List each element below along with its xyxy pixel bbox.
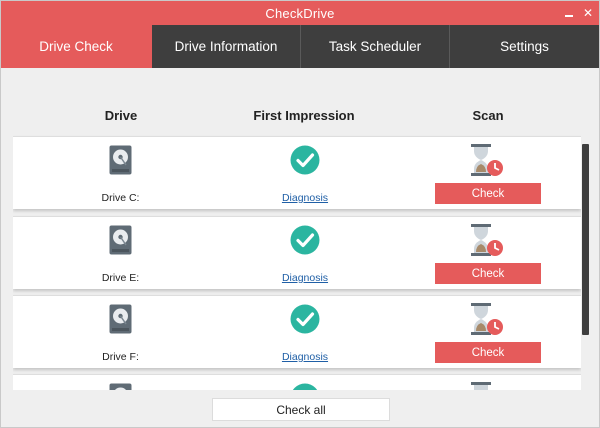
drive-row bbox=[13, 374, 581, 390]
hourglass-clock-icon bbox=[471, 144, 503, 176]
scrollbar-thumb[interactable] bbox=[582, 144, 589, 335]
hourglass-clock-icon bbox=[471, 303, 503, 335]
hard-drive-icon bbox=[109, 145, 132, 175]
minimize-button[interactable] bbox=[561, 4, 577, 22]
check-button[interactable]: Check bbox=[435, 183, 541, 204]
title-bar: CheckDrive ✕ bbox=[1, 1, 599, 25]
diagnosis-link[interactable]: Diagnosis bbox=[275, 192, 335, 204]
drive-list: Drive C: Diagnosis Check Drive E: Diagno… bbox=[13, 132, 581, 390]
minimize-icon bbox=[565, 15, 573, 17]
check-circle-icon bbox=[290, 304, 320, 334]
tab-drive-check[interactable]: Drive Check bbox=[1, 25, 152, 68]
close-button[interactable]: ✕ bbox=[580, 4, 596, 22]
hard-drive-icon bbox=[109, 304, 132, 334]
close-icon: ✕ bbox=[582, 6, 594, 20]
column-header-first-impression: First Impression bbox=[253, 108, 355, 123]
check-circle-icon bbox=[292, 383, 318, 390]
column-header-drive: Drive bbox=[104, 108, 138, 123]
diagnosis-link[interactable]: Diagnosis bbox=[275, 272, 335, 284]
drive-label: Drive F: bbox=[102, 351, 139, 363]
tab-task-scheduler[interactable]: Task Scheduler bbox=[301, 25, 450, 68]
hourglass-clock-icon bbox=[471, 382, 491, 390]
diagnosis-link[interactable]: Diagnosis bbox=[275, 351, 335, 363]
hard-drive-icon bbox=[109, 225, 132, 255]
column-header-scan: Scan bbox=[472, 108, 504, 123]
check-button[interactable]: Check bbox=[435, 342, 541, 363]
check-all-button[interactable]: Check all bbox=[212, 398, 390, 421]
tab-bar: Drive Check Drive Information Task Sched… bbox=[1, 25, 599, 68]
tab-settings[interactable]: Settings bbox=[450, 25, 599, 68]
hourglass-clock-icon bbox=[471, 224, 503, 256]
window-title: CheckDrive bbox=[265, 6, 335, 21]
drive-row: Drive F: Diagnosis Check bbox=[13, 295, 581, 368]
drive-label: Drive C: bbox=[101, 192, 140, 204]
drive-row: Drive E: Diagnosis Check bbox=[13, 216, 581, 289]
tab-drive-information[interactable]: Drive Information bbox=[152, 25, 301, 68]
check-circle-icon bbox=[290, 225, 320, 255]
app-window: CheckDrive ✕ Drive Check Drive Informati… bbox=[0, 0, 600, 428]
check-circle-icon bbox=[290, 145, 320, 175]
drive-row: Drive C: Diagnosis Check bbox=[13, 136, 581, 209]
hard-drive-icon bbox=[109, 383, 132, 390]
drive-label: Drive E: bbox=[101, 272, 140, 284]
check-button[interactable]: Check bbox=[435, 263, 541, 284]
